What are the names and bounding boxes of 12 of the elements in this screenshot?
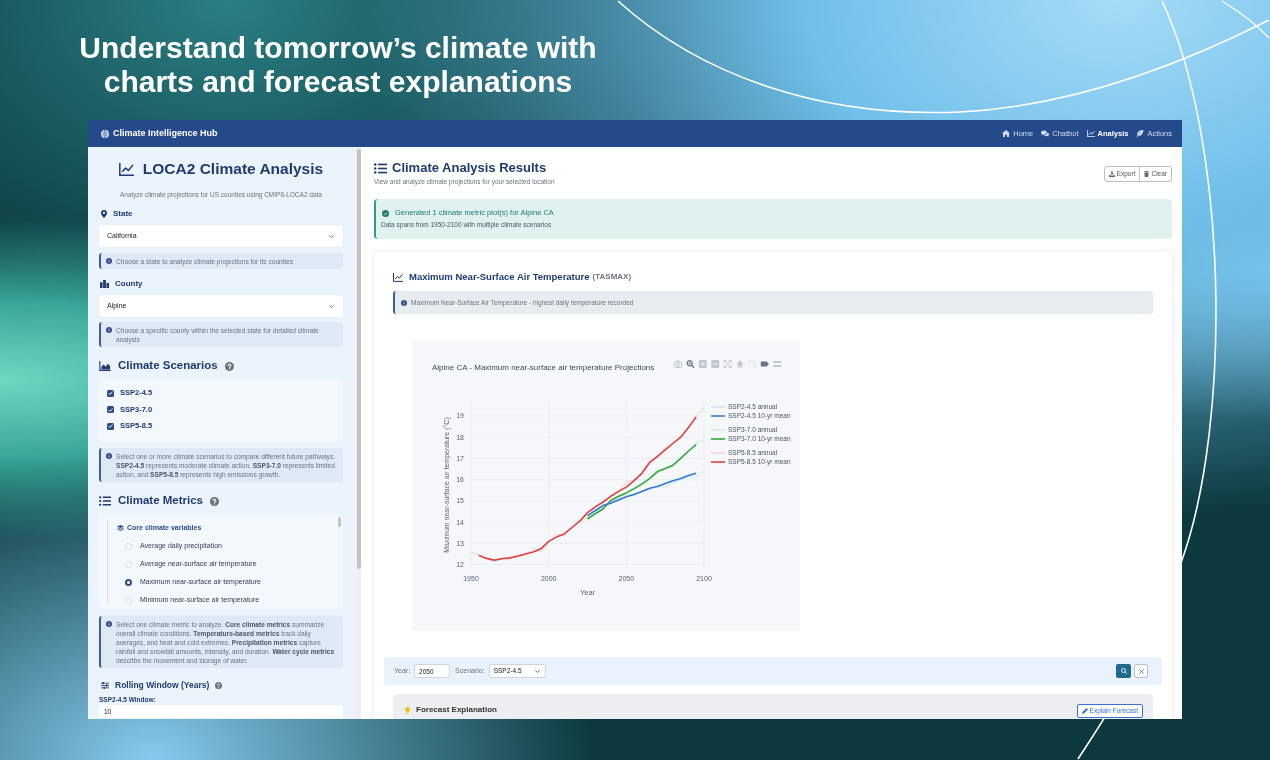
metric-title: Maximum Near-Surface Air Temperature	[409, 269, 590, 284]
section-heading: Climate Scenarios	[118, 358, 218, 374]
section-heading: Climate Metrics	[118, 493, 203, 509]
headline: Understand tomorrow’s climate with charts and forecast explanations	[78, 31, 598, 99]
field-label: County	[115, 278, 143, 290]
results-title: Climate Analysis Results	[392, 159, 547, 178]
metric-code: (TASMAX)	[592, 271, 632, 283]
forecast-title: Forecast Explanation	[416, 704, 497, 716]
chart-title: Alpine CA - Maximum near-surface air temperature Projections	[432, 363, 655, 372]
sidebar-title: LOCA2 Climate Analysis	[142, 159, 324, 180]
field-label: State	[113, 208, 133, 220]
section-heading: Rolling Window (Years)	[115, 678, 210, 692]
